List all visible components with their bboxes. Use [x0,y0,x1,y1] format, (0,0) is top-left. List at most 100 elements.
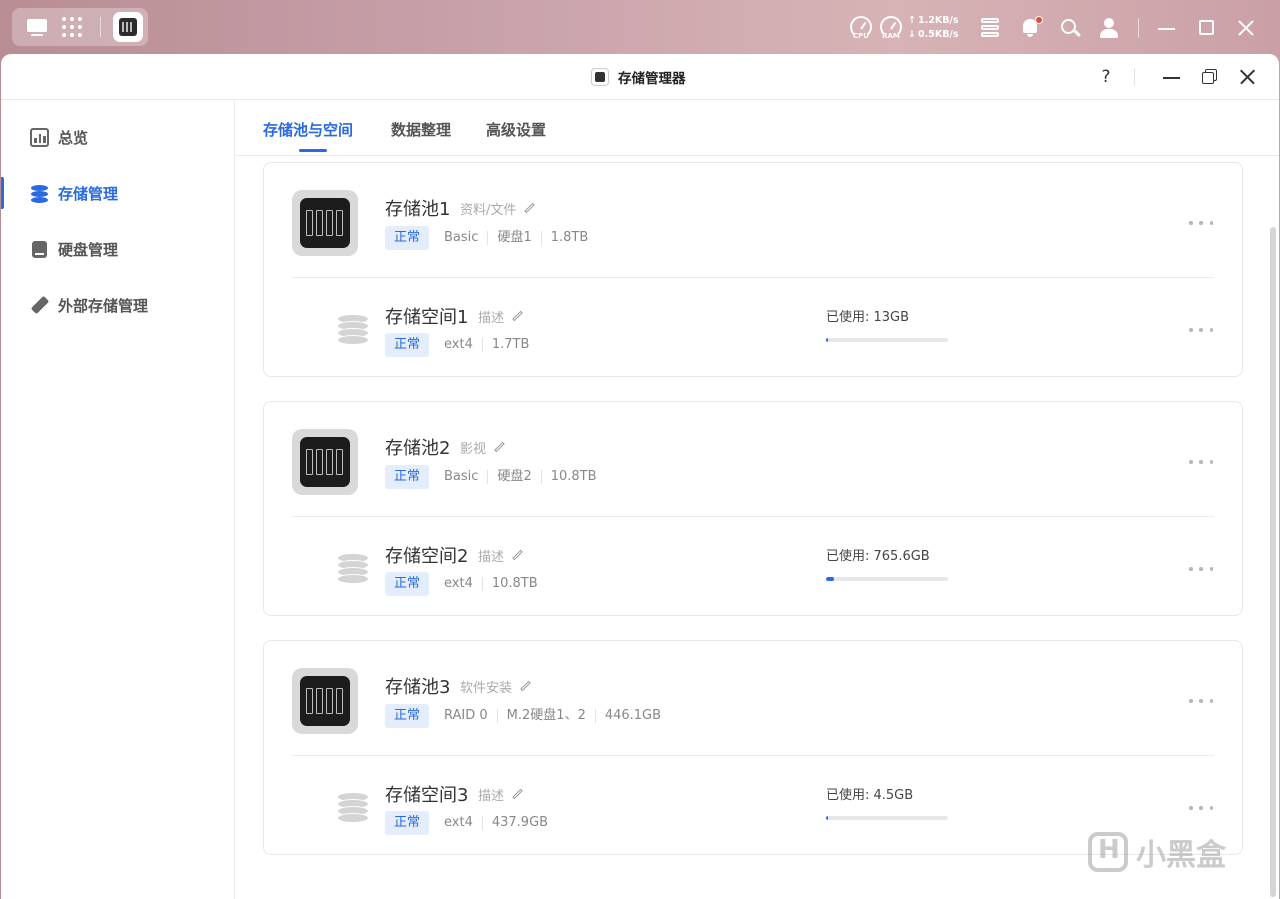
volume-usage-bar [826,577,948,581]
taskbar-divider [100,17,101,37]
storage-pool-card: 存储池3 软件安装 正常 RAID 0 M.2硬盘1、2 446.1GB 存储空… [263,640,1243,855]
window-minimize-button[interactable] [1161,66,1183,88]
volume-usage-bar [826,338,948,342]
watermark-text: 小黑盒 [1136,838,1226,873]
pool-meta: 正常 Basic 硬盘1 1.8TB [385,226,597,250]
sidebar-item-external-storage[interactable]: 外部存储管理 [1,285,234,325]
status-badge: 正常 [385,704,430,728]
system-maximize-button[interactable] [1195,16,1219,40]
volume-filesystem: ext4 [444,576,473,591]
tab-data-defrag[interactable]: 数据整理 [391,119,451,140]
pool-description[interactable]: 软件安装 [460,677,532,696]
window-close-button[interactable] [1237,66,1259,88]
volume-icon [337,553,369,584]
app-grid-icon[interactable] [61,16,83,38]
upload-speed: 1.2KB/s [918,15,959,26]
network-speed[interactable]: ↑ 1.2KB/s ↓ 0.5KB/s [908,14,959,42]
edit-pencil-icon[interactable] [511,310,524,323]
volume-description[interactable]: 描述 [478,546,524,565]
pool-disks: 硬盘1 [487,231,540,245]
notification-dot [1035,16,1043,24]
search-icon[interactable] [1058,16,1082,40]
volume-description[interactable]: 描述 [478,307,524,326]
volume-description-text: 描述 [478,789,505,804]
volume-name: 存储空间2 [385,546,469,567]
system-close-button[interactable] [1234,16,1258,40]
volume-filesystem: ext4 [444,337,473,352]
system-top-bar: CPU RAM ↑ 1.2KB/s ↓ 0.5KB/s [0,0,1280,56]
volume-icon [337,314,369,345]
pool-capacity: 446.1GB [594,709,670,723]
window-title-group: 存储管理器 [591,67,686,87]
upload-arrow-icon: ↑ [908,15,916,26]
storage-icon [30,184,49,203]
window-title: 存储管理器 [618,71,686,87]
volume-more-menu-icon[interactable] [1189,328,1213,334]
volume-description-text: 描述 [478,311,505,326]
volume-meta: 正常 ext4 437.9GB [385,811,557,835]
edit-pencil-icon[interactable] [519,680,532,693]
content-scrollbar[interactable] [1270,227,1276,897]
pool-description[interactable]: 影视 [460,438,506,457]
volume-more-menu-icon[interactable] [1189,806,1213,812]
tab-pools-and-volumes[interactable]: 存储池与空间 [263,119,353,152]
volume-capacity: 10.8TB [481,577,547,591]
volume-usage-text: 已使用: 765.6GB [826,549,930,564]
volume-icon [337,792,369,823]
desktop-icon[interactable] [26,16,48,38]
volume-capacity: 437.9GB [481,816,557,830]
pool-more-menu-icon[interactable] [1189,460,1213,466]
server-status-icon[interactable] [978,16,1002,40]
pool-capacity: 1.8TB [540,231,598,245]
overview-icon [30,127,49,147]
download-speed: 0.5KB/s [918,29,959,40]
status-badge: 正常 [385,572,430,596]
user-account-icon[interactable] [1097,16,1121,40]
watermark: 小黑盒 [1088,832,1226,873]
volume-description[interactable]: 描述 [478,785,524,804]
ram-gauge-icon[interactable]: RAM [878,16,904,42]
volume-name: 存储空间1 [385,307,469,328]
edit-pencil-icon[interactable] [511,788,524,801]
sidebar-item-label: 存储管理 [58,184,119,203]
status-badge: 正常 [385,333,430,357]
volume-meta: 正常 ext4 10.8TB [385,572,547,596]
volume-usage-text: 已使用: 13GB [826,310,910,325]
sidebar-item-label: 外部存储管理 [58,296,149,315]
window-titlebar[interactable]: 存储管理器 ? [1,54,1279,100]
sidebar-item-storage[interactable]: 存储管理 [1,173,234,213]
pool-disks: 硬盘2 [487,470,540,484]
pool-more-menu-icon[interactable] [1189,221,1213,227]
notification-bell-icon[interactable] [1018,16,1043,40]
storage-pool-icon [292,429,358,495]
storage-manager-taskbar-icon[interactable] [113,12,143,42]
status-badge: 正常 [385,465,430,489]
sidebar-item-disk[interactable]: 硬盘管理 [1,229,234,269]
pool-meta: 正常 Basic 硬盘2 10.8TB [385,465,606,489]
pool-more-menu-icon[interactable] [1189,699,1213,705]
edit-pencil-icon[interactable] [493,441,506,454]
volume-usage-fill [826,816,828,820]
system-minimize-button[interactable] [1155,16,1179,40]
window-restore-button[interactable] [1199,66,1221,88]
pool-disks: M.2硬盘1、2 [496,709,595,723]
help-button[interactable]: ? [1095,66,1117,88]
volume-filesystem: ext4 [444,815,473,830]
heybox-logo-icon [1088,832,1128,872]
volume-usage-text: 已使用: 4.5GB [826,788,914,803]
storage-pool-card: 存储池1 资料/文件 正常 Basic 硬盘1 1.8TB 存储空间1 描述 正… [263,162,1243,377]
status-badge: 正常 [385,226,430,250]
storage-pool-card: 存储池2 影视 正常 Basic 硬盘2 10.8TB 存储空间2 描述 正常 … [263,401,1243,616]
pool-description[interactable]: 资料/文件 [460,199,536,218]
volume-more-menu-icon[interactable] [1189,567,1213,573]
storage-manager-window: 存储管理器 ? 总览 存储管理 硬盘管理 外部存储管理 存储池与空间 数据整理 … [1,54,1279,899]
tab-advanced-settings[interactable]: 高级设置 [486,119,546,140]
card-divider [292,277,1214,278]
cpu-gauge-icon[interactable]: CPU [848,16,874,42]
edit-pencil-icon[interactable] [523,202,536,215]
storage-pool-icon [292,668,358,734]
edit-pencil-icon[interactable] [511,549,524,562]
sidebar-item-overview[interactable]: 总览 [1,117,234,157]
sidebar: 总览 存储管理 硬盘管理 外部存储管理 [1,100,235,899]
card-divider [292,755,1214,756]
